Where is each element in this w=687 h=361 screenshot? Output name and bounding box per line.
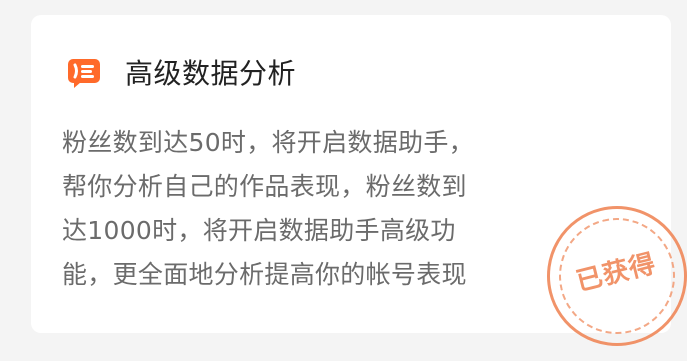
- feature-description: 粉丝数到达50时，将开启数据助手， 帮你分析自己的作品表现，粉丝数到 达1000…: [62, 128, 474, 289]
- feature-title: 高级数据分析: [125, 57, 297, 90]
- chart-comment-icon: [68, 59, 100, 88]
- feature-header: 高级数据分析: [67, 53, 296, 91]
